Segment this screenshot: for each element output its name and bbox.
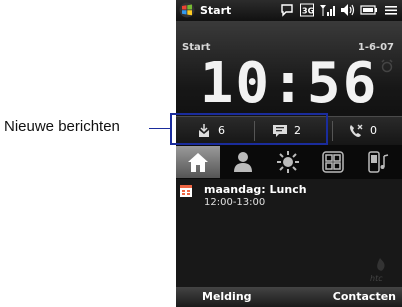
menu-icon[interactable] [384, 3, 398, 17]
calendar-icon [180, 185, 192, 197]
appointment-time: 12:00-13:00 [204, 197, 266, 208]
signal-icon [320, 5, 335, 16]
sun-icon [277, 151, 299, 173]
home-header: Start 1-6-07 [176, 21, 402, 55]
tab-weather[interactable] [266, 146, 310, 178]
svg-text:3G: 3G [302, 7, 314, 16]
start-menu-label[interactable]: Start [200, 4, 231, 17]
battery-icon [360, 5, 377, 15]
softkey-right[interactable]: Contacten [333, 290, 396, 303]
tab-home[interactable] [176, 146, 220, 178]
grid-icon [322, 151, 344, 173]
volume-icon[interactable] [340, 3, 356, 17]
home-icon [188, 153, 208, 172]
alarm-icon[interactable] [380, 59, 394, 73]
callout-label: Nieuwe berichten [4, 118, 120, 135]
voice-bubble-icon [281, 4, 293, 17]
appointment-title[interactable]: maandag: Lunch [204, 183, 307, 196]
svg-text:htc: htc [370, 274, 383, 283]
tab-apps[interactable] [311, 146, 355, 178]
callout-box [170, 113, 328, 145]
softkey-left[interactable]: Melding [202, 290, 252, 303]
counter-divider [332, 121, 333, 141]
clock-time[interactable]: 10:56 [184, 56, 394, 112]
3g-icon: 3G [300, 3, 314, 17]
htc-logo: htc [370, 258, 385, 283]
music-phone-icon [368, 151, 389, 173]
home-content: maandag: Lunch 12:00-13:00 htc [176, 179, 402, 287]
tab-people[interactable] [221, 146, 265, 178]
missed-calls-counter[interactable]: 0 [348, 122, 398, 140]
windows-start-icon[interactable] [179, 2, 195, 18]
missed-call-icon [350, 124, 363, 137]
home-tabs [176, 145, 402, 179]
status-bar: Start 3G [176, 0, 402, 21]
phone-screen: Start 3G Start 1-6-07 10:56 6 2 0 maanda… [176, 0, 402, 307]
person-icon [234, 152, 252, 172]
callout-line [149, 128, 170, 129]
softkey-bar: Melding Contacten [176, 287, 402, 307]
tab-music[interactable] [356, 146, 400, 178]
missed-calls-count: 0 [370, 124, 377, 137]
